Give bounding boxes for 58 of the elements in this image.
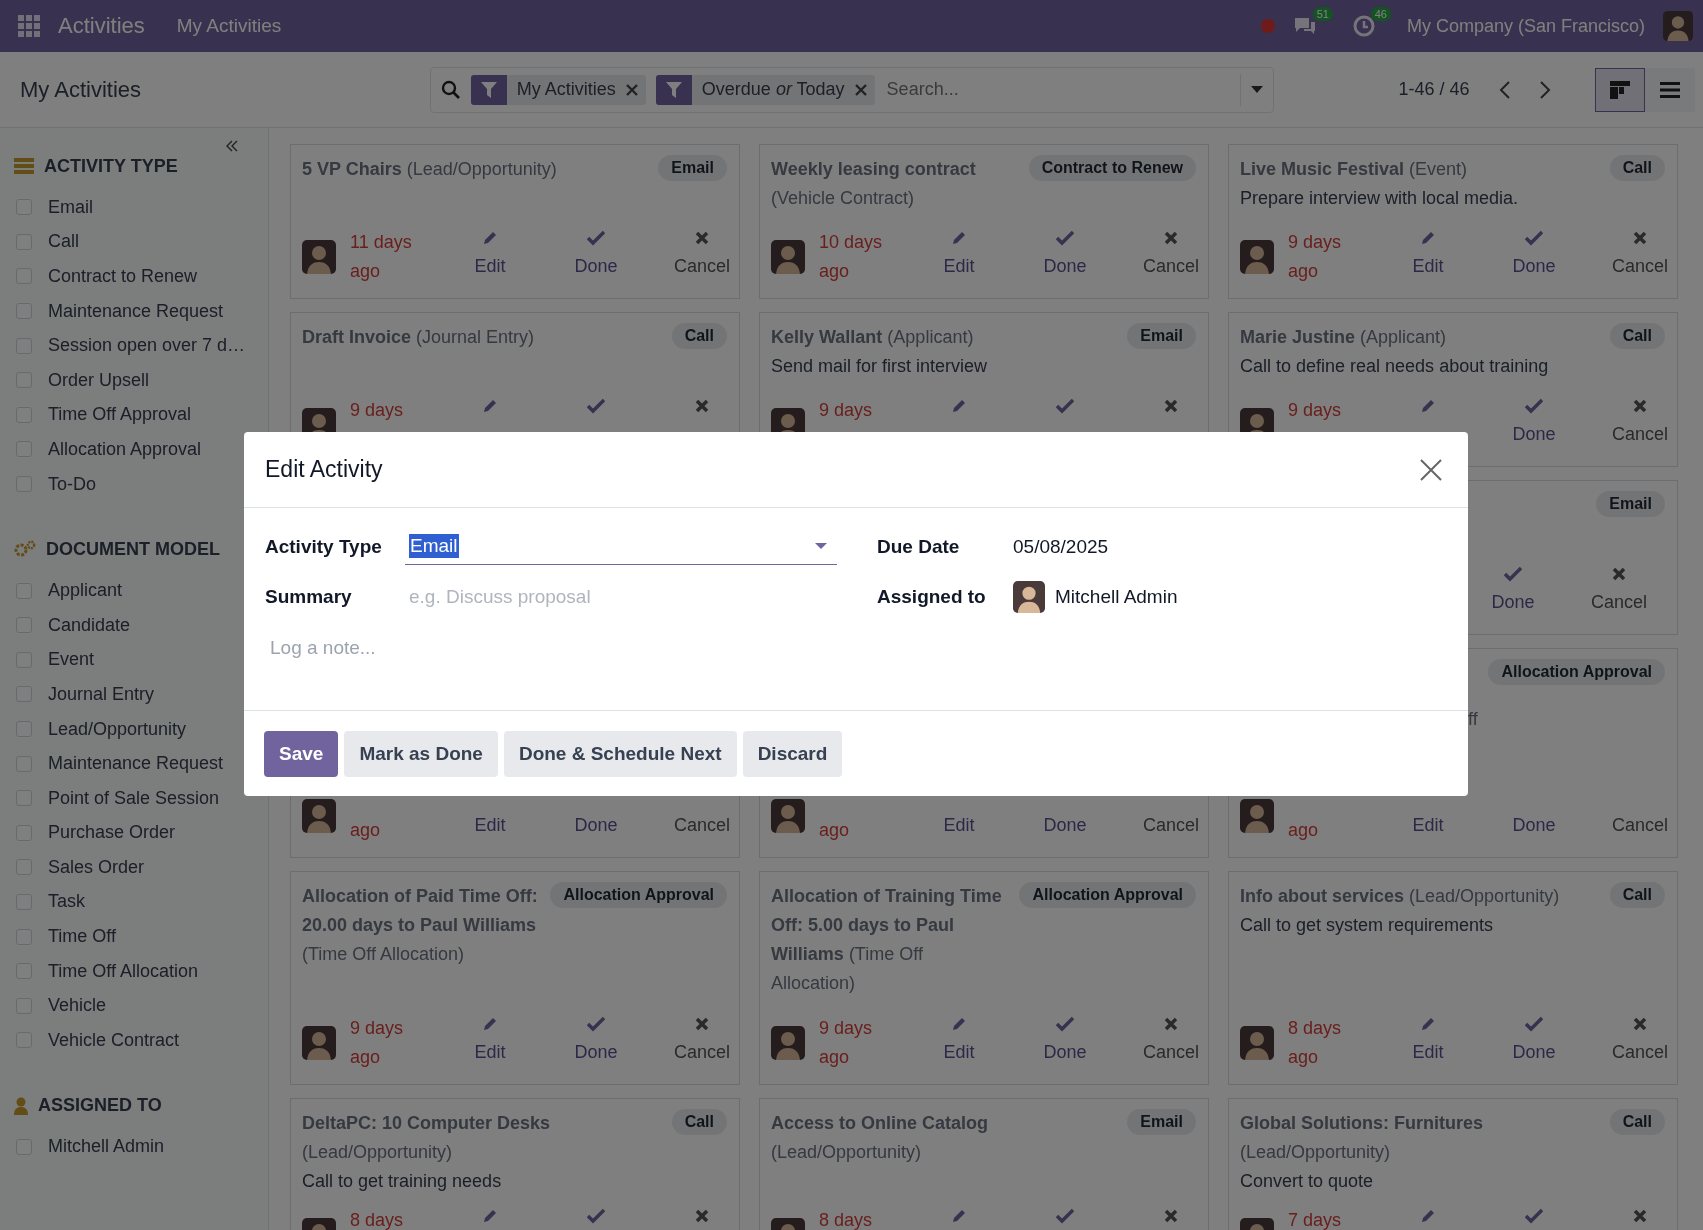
due-date: 9 days ago xyxy=(1288,231,1343,283)
card-note: ff xyxy=(1467,708,1479,731)
due-date: 10 days ago xyxy=(819,231,884,283)
activity-type-tag: Email xyxy=(1596,491,1665,517)
card-note: Call to get system requirements xyxy=(1240,914,1495,937)
section-title: DOCUMENT MODEL xyxy=(46,538,220,560)
due-date: 9 days ago xyxy=(819,1017,874,1069)
activity-type-tag: Allocation Approval xyxy=(550,882,727,908)
activity-type-tag: Email xyxy=(1127,1109,1196,1135)
activity-type-tag: Call xyxy=(671,323,727,349)
due-date: 8 days xyxy=(350,1209,405,1230)
section-title: ACTIVITY TYPE xyxy=(44,155,178,177)
due-date: 9 days xyxy=(1288,399,1343,422)
activity-type-tag: Email xyxy=(658,155,727,181)
due-date: ago xyxy=(1288,819,1320,842)
due-date: 9 days xyxy=(819,399,874,422)
due-date: 7 days xyxy=(1288,1209,1343,1230)
activity-type-tag: Call xyxy=(1609,882,1665,908)
due-date: ago xyxy=(350,819,382,842)
card-title: Allocation of Paid Time Off: 20.00 days to Paul Williams (Time Off Allocation) xyxy=(302,885,539,966)
due-date: ago xyxy=(819,819,851,842)
due-date: 8 days ago xyxy=(1288,1017,1343,1069)
card-title: Marie Justine (Applicant) xyxy=(1240,326,1448,349)
activity-type-tag: Allocation Approval xyxy=(1488,659,1665,685)
card-title: DeltaPC: 10 Computer Desks (Lead/Opportunity) xyxy=(302,1112,552,1164)
card-note: Prepare interview with local media. xyxy=(1240,187,1520,210)
card-title: Draft Invoice (Journal Entry) xyxy=(302,326,536,349)
card-title: Access to Online Catalog (Lead/Opportunity) xyxy=(771,1112,990,1164)
activity-type-tag: Call xyxy=(1609,323,1665,349)
due-date: 9 days xyxy=(350,399,405,422)
card-title: Live Music Festival (Event) xyxy=(1240,158,1469,181)
field-label: Activity Type xyxy=(265,535,383,558)
due-date: 11 days ago xyxy=(350,231,413,283)
field-label: Due Date xyxy=(877,535,961,558)
card-note: Send mail for first interview xyxy=(771,355,989,378)
card-note: Convert to quote xyxy=(1240,1170,1375,1193)
card-title: Weekly leasing contract (Vehicle Contract) xyxy=(771,158,977,210)
activity-type-tag: Call xyxy=(1609,155,1665,181)
card-title: Kelly Wallant (Applicant) xyxy=(771,326,975,349)
due-date: 8 days xyxy=(819,1209,874,1230)
card-title: Allocation of Training Time Off: 5.00 days to Paul Williams (Time Off Allocation) xyxy=(771,885,1003,995)
activity-type-tag: Call xyxy=(671,1109,727,1135)
activity-type-tag: Contract to Renew xyxy=(1028,155,1196,181)
card-note: Call to define real needs about training xyxy=(1240,355,1550,378)
card-note: Call to get training needs xyxy=(302,1170,503,1193)
notification-badge: 51 xyxy=(1312,7,1333,21)
card-title: Global Solutions: Furnitures (Lead/Opportunity) xyxy=(1240,1112,1484,1164)
section-title: ASSIGNED TO xyxy=(38,1095,162,1117)
field-label: Summary xyxy=(265,586,353,608)
activity-type-tag: Call xyxy=(1609,1109,1665,1135)
due-date: 9 days ago xyxy=(350,1017,405,1069)
card-title: 5 VP Chairs (Lead/Opportunity) xyxy=(302,158,558,181)
activity-type-tag: Email xyxy=(1127,323,1196,349)
card-title: Info about services (Lead/Opportunity) xyxy=(1240,885,1561,908)
page-title: My Activities xyxy=(20,76,143,103)
activity-type-tag: Allocation Approval xyxy=(1019,882,1196,908)
field-label: Assigned to xyxy=(877,586,987,608)
notification-badge: 46 xyxy=(1370,7,1391,21)
